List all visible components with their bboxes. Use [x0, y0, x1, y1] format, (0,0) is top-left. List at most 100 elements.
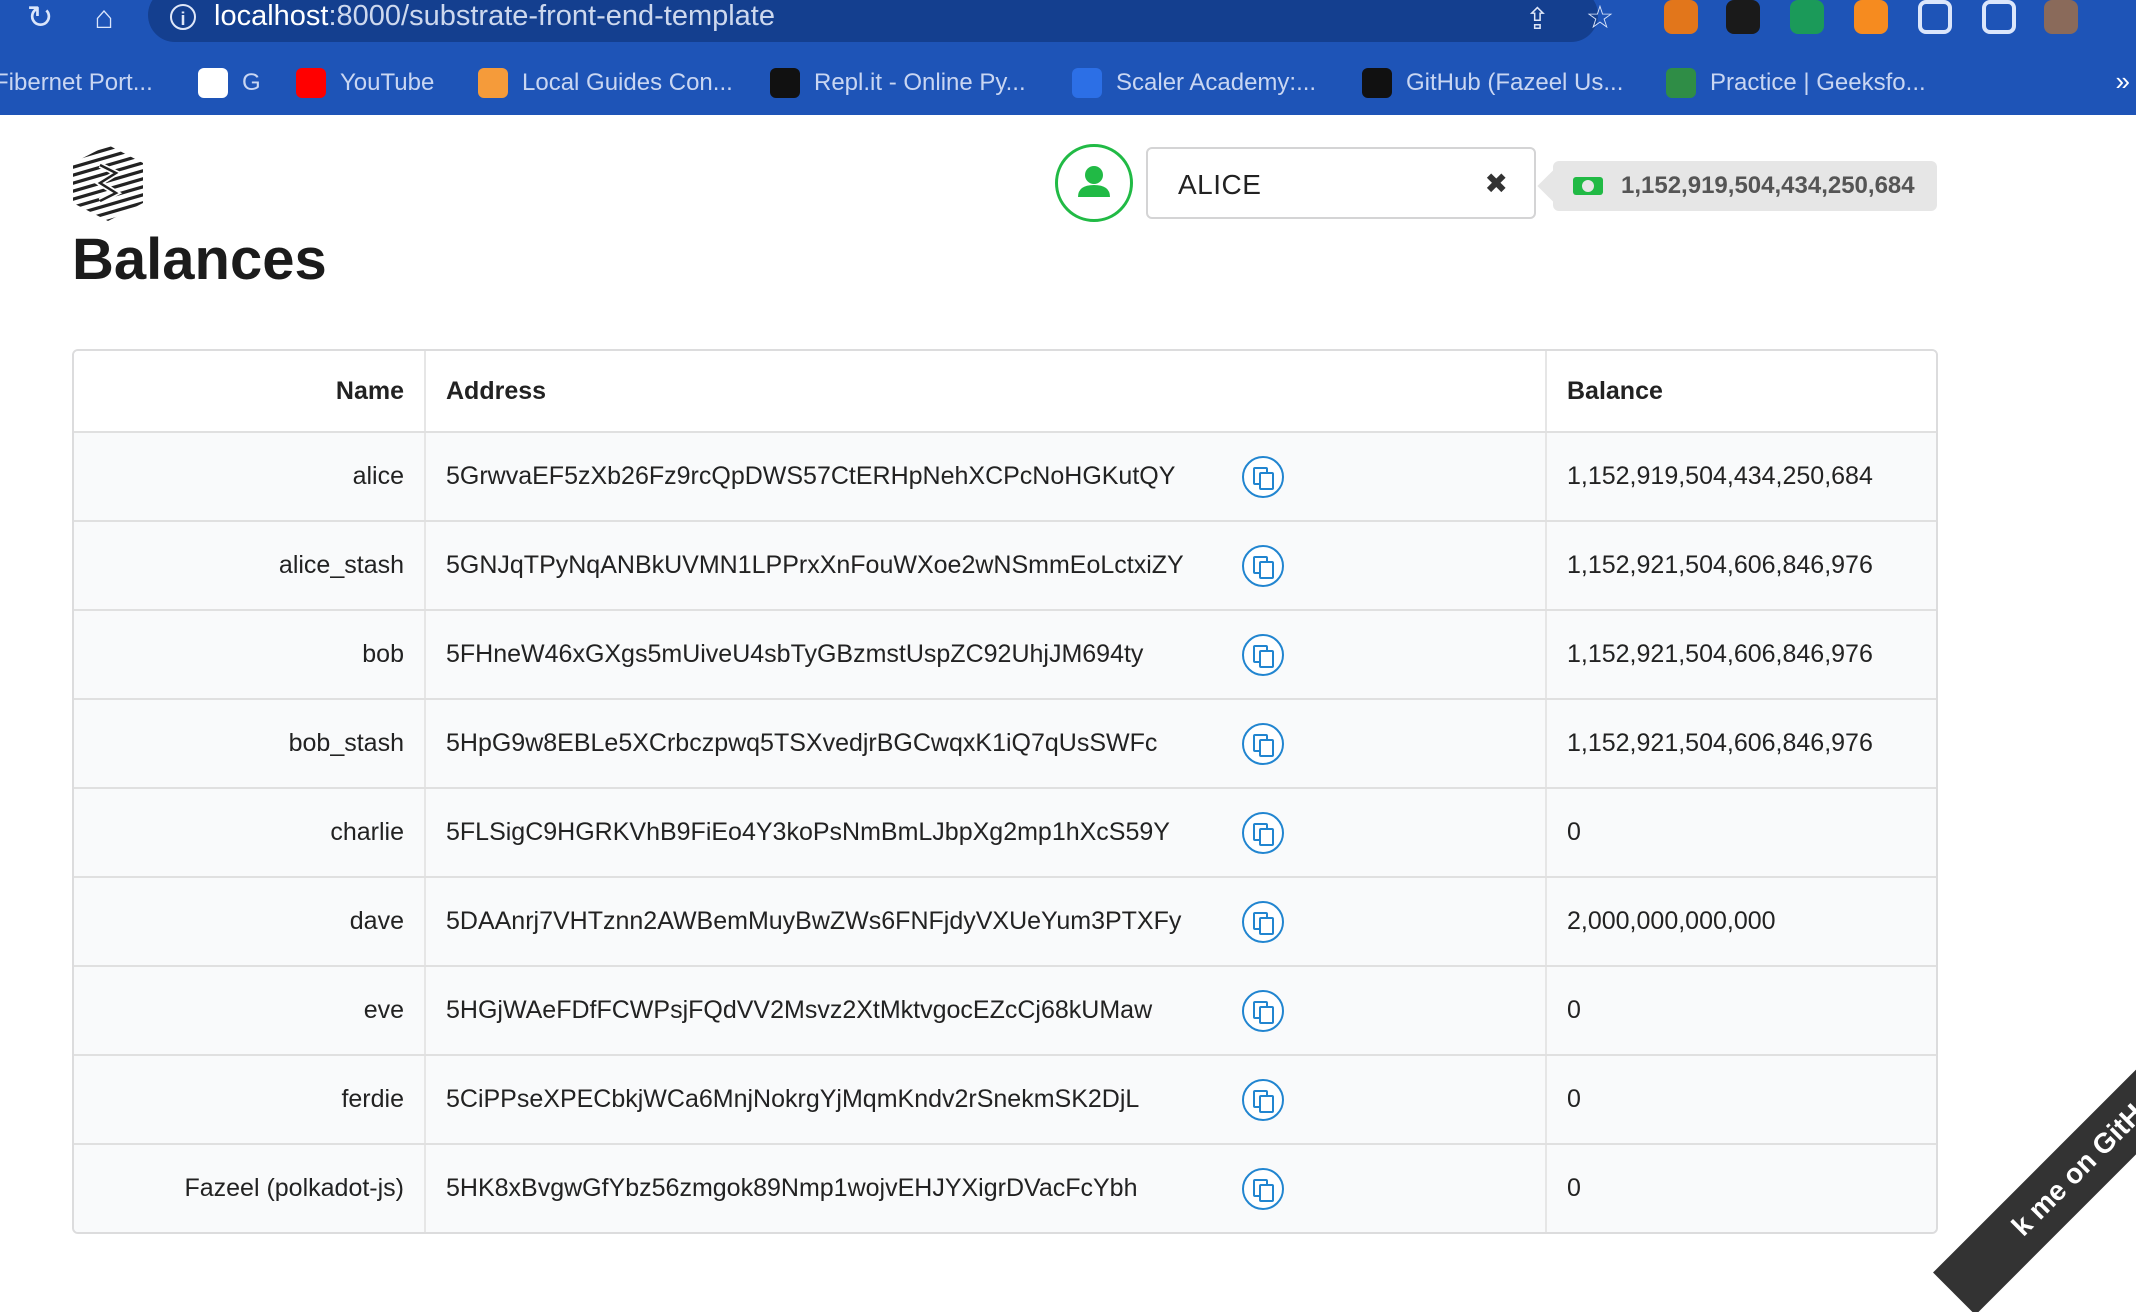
bookmark-label: GitHub (Fazeel Us...: [1406, 69, 1624, 96]
browser-extension-icon[interactable]: [1790, 0, 1824, 34]
bookmark-favicon-icon: [478, 68, 508, 98]
address-cell: 5FHneW46xGXgs5mUiveU4sbTyGBzmstUspZC92Uh…: [425, 610, 1547, 700]
browser-extension-icon[interactable]: [1854, 0, 1888, 34]
browser-toolbar: ↻ ⌂ i localhost:8000/substrate-front-end…: [0, 0, 2136, 54]
column-header-balance: Balance: [1546, 351, 1936, 433]
copy-address-icon[interactable]: [1242, 722, 1284, 765]
address-cell: 5GrwvaEF5zXb26Fz9rcQpDWS57CtERHpNehXCPcN…: [425, 432, 1547, 522]
balances-table: Name Address Balance alice 5GrwvaEF5zXb26…: [72, 349, 1938, 1234]
account-address: 5FLSigC9HGRKVhB9FiEo4Y3koPsNmBmLJbpXg2mp…: [446, 818, 1170, 846]
bookmark-label: Fibernet Port...: [0, 69, 153, 96]
table-row: Fazeel (polkadot-js) 5HK8xBvgwGfYbz56zmgo…: [74, 1144, 1936, 1232]
bookmark-favicon-icon: [1072, 68, 1102, 98]
account-name: eve: [74, 966, 426, 1056]
bookmarks-more-icon[interactable]: »: [2116, 66, 2130, 97]
share-icon[interactable]: ⇪: [1525, 2, 1550, 37]
bookmark-item[interactable]: Practice | Geeksfo...: [1666, 60, 1926, 106]
account-balance: 1,152,921,504,606,846,976: [1546, 610, 1936, 700]
account-address: 5FHneW46xGXgs5mUiveU4sbTyGBzmstUspZC92Uh…: [446, 640, 1144, 668]
browser-extension-icon[interactable]: [1726, 0, 1760, 34]
account-balance-label: 1,152,919,504,434,250,684: [1553, 161, 1937, 211]
clear-icon[interactable]: ✖: [1485, 167, 1508, 200]
address-cell: 5HK8xBvgwGfYbz56zmgok89Nmp1wojvEHJYXigrD…: [425, 1144, 1547, 1232]
bookmark-star-icon[interactable]: ☆: [1580, 1, 1620, 42]
bookmark-label: Scaler Academy:...: [1116, 69, 1317, 96]
table-row: bob 5FHneW46xGXgs5mUiveU4sbTyGBzmstUspZC9…: [74, 610, 1936, 700]
bookmark-item[interactable]: Scaler Academy:...: [1072, 60, 1316, 106]
account-name: alice: [74, 432, 426, 522]
account-name: bob: [74, 610, 426, 700]
bookmark-favicon-icon: [770, 68, 800, 98]
column-header-name: Name: [74, 351, 426, 433]
column-header-address: Address: [425, 351, 1547, 433]
bookmark-item[interactable]: Fibernet Port...: [0, 60, 153, 106]
account-balance: 0: [1546, 966, 1936, 1056]
address-bar[interactable]: i localhost:8000/substrate-front-end-tem…: [148, 0, 1598, 42]
browser-extension-icon[interactable]: [1982, 0, 2016, 34]
bookmark-label: G: [242, 69, 261, 96]
table-row: alice 5GrwvaEF5zXb26Fz9rcQpDWS57CtERHpNeh…: [74, 432, 1936, 522]
account-address: 5GNJqTPyNqANBkUVMN1LPPrxXnFouWXoe2wNSmmE…: [446, 551, 1184, 579]
selected-account: ALICE: [1178, 169, 1262, 200]
bookmark-favicon-icon: [1362, 68, 1392, 98]
user-icon: [1078, 166, 1110, 197]
bookmarks-bar: Fibernet Port... G YouTube Local Guides Con…: [0, 60, 2136, 106]
bookmark-item[interactable]: Repl.it - Online Py...: [770, 60, 1026, 106]
table-header-row: Name Address Balance: [74, 351, 1936, 433]
account-address: 5HGjWAeFDfFCWPsjFQdVV2Msvz2XtMktvgocEZcC…: [446, 996, 1153, 1024]
browser-extension-icon[interactable]: [1918, 0, 1952, 34]
bookmark-item[interactable]: Local Guides Con...: [478, 60, 733, 106]
copy-address-icon[interactable]: [1242, 989, 1284, 1032]
bookmark-item[interactable]: YouTube: [296, 60, 434, 106]
account-name: ferdie: [74, 1055, 426, 1145]
browser-chrome: ↻ ⌂ i localhost:8000/substrate-front-end…: [0, 0, 2136, 115]
site-info-icon[interactable]: i: [170, 4, 196, 30]
address-cell: 5HGjWAeFDfFCWPsjFQdVV2Msvz2XtMktvgocEZcC…: [425, 966, 1547, 1056]
account-balance: 2,000,000,000,000: [1546, 877, 1936, 967]
account-balance: 1,152,919,504,434,250,684: [1621, 172, 1915, 199]
table-row: dave 5DAAnrj7VHTznn2AWBemMuyBwZWs6FNFjdyV…: [74, 877, 1936, 967]
copy-address-icon[interactable]: [1242, 1078, 1284, 1121]
account-address: 5HK8xBvgwGfYbz56zmgok89Nmp1wojvEHJYXigrD…: [446, 1174, 1138, 1202]
github-ribbon[interactable]: k me on GitHub: [1935, 1003, 2136, 1312]
copy-address-icon[interactable]: [1242, 544, 1284, 587]
copy-address-icon[interactable]: [1242, 633, 1284, 676]
copy-address-icon[interactable]: [1242, 900, 1284, 943]
table-row: ferdie 5CiPPseXPECbkjWCa6MnjNokrgYjMqmKnd…: [74, 1055, 1936, 1145]
account-balance: 0: [1546, 788, 1936, 878]
account-balance: 0: [1567, 1174, 1581, 1202]
money-icon: [1573, 177, 1603, 195]
url-text: localhost:8000/substrate-front-end-templ…: [214, 0, 775, 32]
home-icon[interactable]: ⌂: [84, 1, 124, 42]
copy-address-icon[interactable]: [1242, 455, 1284, 498]
bookmark-label: Practice | Geeksfo...: [1710, 69, 1926, 96]
address-cell: 5DAAnrj7VHTznn2AWBemMuyBwZWs6FNFjdyVXUeY…: [425, 877, 1547, 967]
account-name: bob_stash: [74, 699, 426, 789]
account-balance: 1,152,919,504,434,250,684: [1546, 432, 1936, 522]
bookmark-favicon-icon: [296, 68, 326, 98]
copy-address-icon[interactable]: [1242, 1167, 1284, 1210]
table-row: alice_stash 5GNJqTPyNqANBkUVMN1LPPrxXnFou…: [74, 521, 1936, 611]
account-address: 5GrwvaEF5zXb26Fz9rcQpDWS57CtERHpNehXCPcN…: [446, 462, 1176, 490]
bookmark-label: YouTube: [340, 69, 435, 96]
address-cell: 5GNJqTPyNqANBkUVMN1LPPrxXnFouWXoe2wNSmmE…: [425, 521, 1547, 611]
account-address: 5DAAnrj7VHTznn2AWBemMuyBwZWs6FNFjdyVXUeY…: [446, 907, 1182, 935]
copy-address-icon[interactable]: [1242, 811, 1284, 854]
account-balance: 1,152,921,504,606,846,976: [1546, 699, 1936, 789]
table-row: bob_stash 5HpG9w8EBLe5XCrbczpwq5TSXvedjrB…: [74, 699, 1936, 789]
account-avatar[interactable]: [1055, 144, 1133, 222]
substrate-logo-icon: [73, 145, 143, 221]
bookmark-label: Repl.it - Online Py...: [814, 69, 1026, 96]
account-name: alice_stash: [74, 521, 426, 611]
bookmark-item[interactable]: GitHub (Fazeel Us...: [1362, 60, 1623, 106]
browser-extension-icon[interactable]: [1664, 0, 1698, 34]
account-selector[interactable]: ALICE ✖: [1146, 147, 1536, 219]
bookmark-label: Local Guides Con...: [522, 69, 733, 96]
reload-icon[interactable]: ↻: [20, 1, 60, 42]
browser-extension-icon[interactable]: [2044, 0, 2078, 34]
account-name: charlie: [74, 788, 426, 878]
address-cell: 5CiPPseXPECbkjWCa6MnjNokrgYjMqmKndv2rSne…: [425, 1055, 1547, 1145]
bookmark-item[interactable]: G: [198, 60, 261, 106]
address-cell: 5FLSigC9HGRKVhB9FiEo4Y3koPsNmBmLJbpXg2mp…: [425, 788, 1547, 878]
account-balance: 1,152,921,504,606,846,976: [1546, 521, 1936, 611]
